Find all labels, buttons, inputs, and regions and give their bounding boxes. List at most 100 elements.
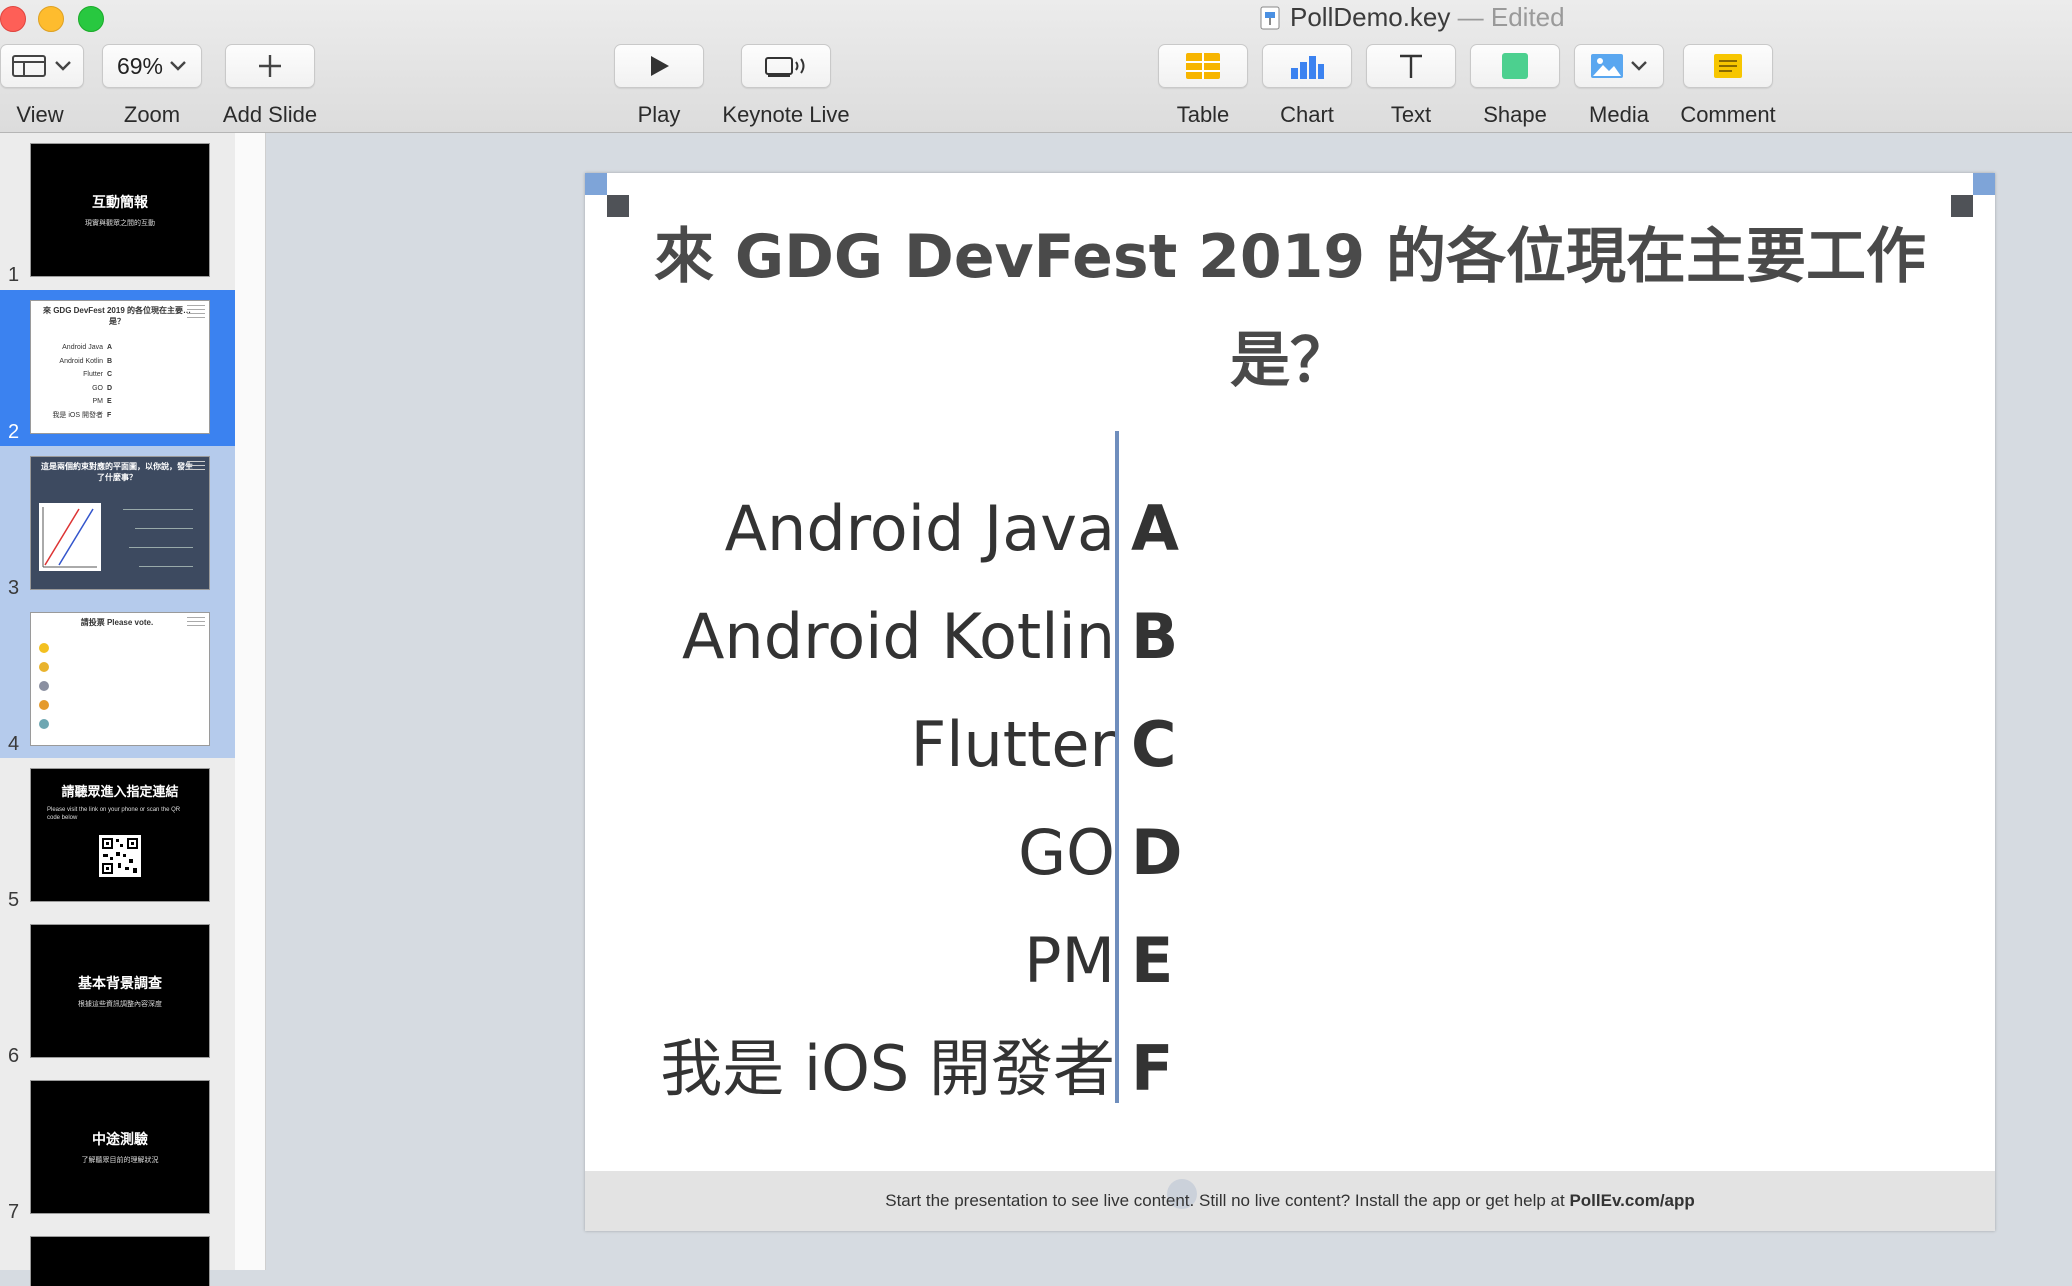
option-letter-b[interactable]: B	[1131, 583, 1178, 691]
thumbnail-subtitle: 根據這些資訊調整內容深度	[78, 1001, 162, 1008]
option-label-d[interactable]: GO	[1018, 799, 1115, 907]
keynote-live-icon	[765, 57, 805, 77]
thumbnail-image: 這是兩個約束對應的平面圖，以你說，發生了什麼事？	[30, 456, 210, 590]
navigator-divider[interactable]	[235, 133, 266, 1270]
view-button[interactable]	[0, 44, 84, 88]
option-label-a[interactable]: Android Java	[725, 475, 1115, 583]
slide-title[interactable]: 來 GDG DevFest 2019 的各位現在主要工作是？	[625, 205, 1955, 413]
thumbnail-image: 基本背景調查 根據這些資訊調整內容深度	[30, 924, 210, 1058]
resize-handle[interactable]	[585, 173, 607, 195]
chevron-down-icon	[55, 61, 71, 71]
thumbnail-subtitle: Please visit the link on your phone or s…	[47, 807, 181, 821]
play-button[interactable]	[614, 44, 704, 88]
window-title: PollDemo.key — Edited	[1260, 1, 1565, 33]
slide-thumbnail-3[interactable]: 這是兩個約束對應的平面圖，以你說，發生了什麼事？ 3	[0, 446, 235, 602]
text-button[interactable]	[1366, 44, 1456, 88]
poll-footer: Start the presentation to see live conte…	[585, 1171, 1995, 1231]
option-letter-c[interactable]: C	[1131, 691, 1177, 799]
list-icon	[187, 461, 205, 473]
plus-icon	[259, 55, 281, 77]
thumbnail-image	[30, 1236, 210, 1286]
thumbnail-image: 來 GDG DevFest 2019 的各位現在主要… 是？ Android J…	[30, 300, 210, 434]
play-icon	[651, 56, 669, 76]
text-label: Text	[1390, 102, 1432, 127]
thumb-letter: A	[107, 344, 113, 351]
text-icon	[1400, 54, 1422, 78]
option-label-c[interactable]: Flutter	[911, 691, 1115, 799]
list-icon	[187, 305, 205, 321]
slide-canvas[interactable]: 來 GDG DevFest 2019 的各位現在主要工作是？ Android J…	[585, 173, 1995, 1231]
zoom-tool[interactable]: 69% Zoom	[102, 44, 202, 128]
text-tool[interactable]: Text	[1366, 44, 1456, 128]
table-tool[interactable]: Table	[1158, 44, 1248, 128]
slide-navigator[interactable]: 互動簡報 現實與觀眾之間的互動 1 來 GDG DevFest 2019 的各位…	[0, 133, 235, 1286]
slide-thumbnail-4[interactable]: 請投票 Please vote. 4	[0, 602, 235, 758]
shape-tool[interactable]: Shape	[1470, 44, 1560, 128]
media-tool[interactable]: Media	[1574, 44, 1664, 128]
keynote-live-tool[interactable]: Keynote Live	[716, 44, 856, 128]
slide-number: 6	[8, 1045, 20, 1067]
slide-thumbnail-7[interactable]: 中途測驗 了解聽眾目前的理解狀況 7	[0, 1070, 235, 1226]
table-button[interactable]	[1158, 44, 1248, 88]
thumb-letter: F	[107, 411, 112, 419]
thumb-option: Flutter	[83, 371, 103, 378]
zoom-window-button[interactable]	[78, 6, 104, 32]
minimize-window-button[interactable]	[38, 6, 64, 32]
comment-note-icon	[1714, 54, 1742, 78]
media-button[interactable]	[1574, 44, 1664, 88]
view-tool[interactable]: View	[0, 44, 84, 128]
add-slide-button[interactable]	[225, 44, 315, 88]
qr-code-icon	[99, 835, 141, 877]
table-label: Table	[1176, 102, 1230, 127]
option-letter-f[interactable]: F	[1131, 1015, 1173, 1123]
resize-handle[interactable]	[1973, 173, 1995, 195]
option-label-f[interactable]: 我是 iOS 開發者	[660, 1015, 1115, 1123]
thumb-option: Android Java	[62, 344, 103, 351]
thumbnail-image: 請聽眾進入指定連結 Please visit the link on your …	[30, 768, 210, 902]
poll-options: Android Java A Android Kotlin B Flutter …	[585, 431, 1995, 1105]
option-letter-e[interactable]: E	[1131, 907, 1173, 1015]
option-letter-d[interactable]: D	[1131, 799, 1182, 907]
keynote-live-button[interactable]	[741, 44, 831, 88]
add-slide-label: Add Slide	[222, 102, 318, 127]
chart-button[interactable]	[1262, 44, 1352, 88]
thumbnail-image: 請投票 Please vote.	[30, 612, 210, 746]
option-label-e[interactable]: PM	[1024, 907, 1115, 1015]
thumbnail-subtitle: 現實與觀眾之間的互動	[85, 220, 155, 227]
slide-number: 4	[8, 733, 20, 755]
keynote-document-icon	[1260, 6, 1280, 30]
slide-number: 3	[8, 577, 20, 599]
zoom-label: Zoom	[123, 102, 181, 127]
option-label-b[interactable]: Android Kotlin	[682, 583, 1115, 691]
comment-button[interactable]	[1683, 44, 1773, 88]
chevron-down-icon	[170, 61, 186, 71]
footer-text: Start the presentation to see live conte…	[885, 1191, 1570, 1210]
toolbar: PollDemo.key — Edited View 69% Zoom Add …	[0, 0, 2072, 133]
thumbnail-decoration	[123, 509, 193, 567]
play-tool[interactable]: Play	[614, 44, 704, 128]
thumbnail-title: 請投票 Please vote.	[80, 618, 154, 627]
shape-button[interactable]	[1470, 44, 1560, 88]
thumbnail-title: 來 GDG DevFest 2019 的各位現在主要… 是？	[42, 306, 192, 326]
slide-number: 7	[8, 1201, 20, 1223]
slide-thumbnail-5[interactable]: 請聽眾進入指定連結 Please visit the link on your …	[0, 758, 235, 914]
comment-tool[interactable]: Comment	[1678, 44, 1778, 128]
slide-thumbnail-1[interactable]: 互動簡報 現實與觀眾之間的互動 1	[0, 133, 235, 289]
add-slide-tool[interactable]: Add Slide	[222, 44, 318, 128]
thumbnail-options: Android Java A Android Kotlin B Flutter C G…	[37, 341, 112, 422]
slide-thumbnail-2[interactable]: 來 GDG DevFest 2019 的各位現在主要… 是？ Android J…	[0, 290, 235, 446]
close-window-button[interactable]	[0, 6, 26, 32]
slide-thumbnail-6[interactable]: 基本背景調查 根據這些資訊調整內容深度 6	[0, 914, 235, 1070]
zoom-select[interactable]: 69%	[102, 44, 202, 88]
thumb-letter: C	[107, 371, 113, 378]
slide-thumbnail-8[interactable]	[0, 1226, 235, 1286]
shape-icon	[1502, 53, 1528, 79]
thumb-letter: B	[107, 357, 113, 365]
option-letter-a[interactable]: A	[1131, 475, 1179, 583]
slide-number: 1	[8, 264, 20, 286]
edited-status: — Edited	[1457, 2, 1565, 32]
thumb-option: 我是 iOS 開發者	[52, 411, 103, 419]
chart-tool[interactable]: Chart	[1262, 44, 1352, 128]
thumbnail-image: 中途測驗 了解聽眾目前的理解狀況	[30, 1080, 210, 1214]
footer-link[interactable]: PollEv.com/app	[1569, 1191, 1694, 1210]
